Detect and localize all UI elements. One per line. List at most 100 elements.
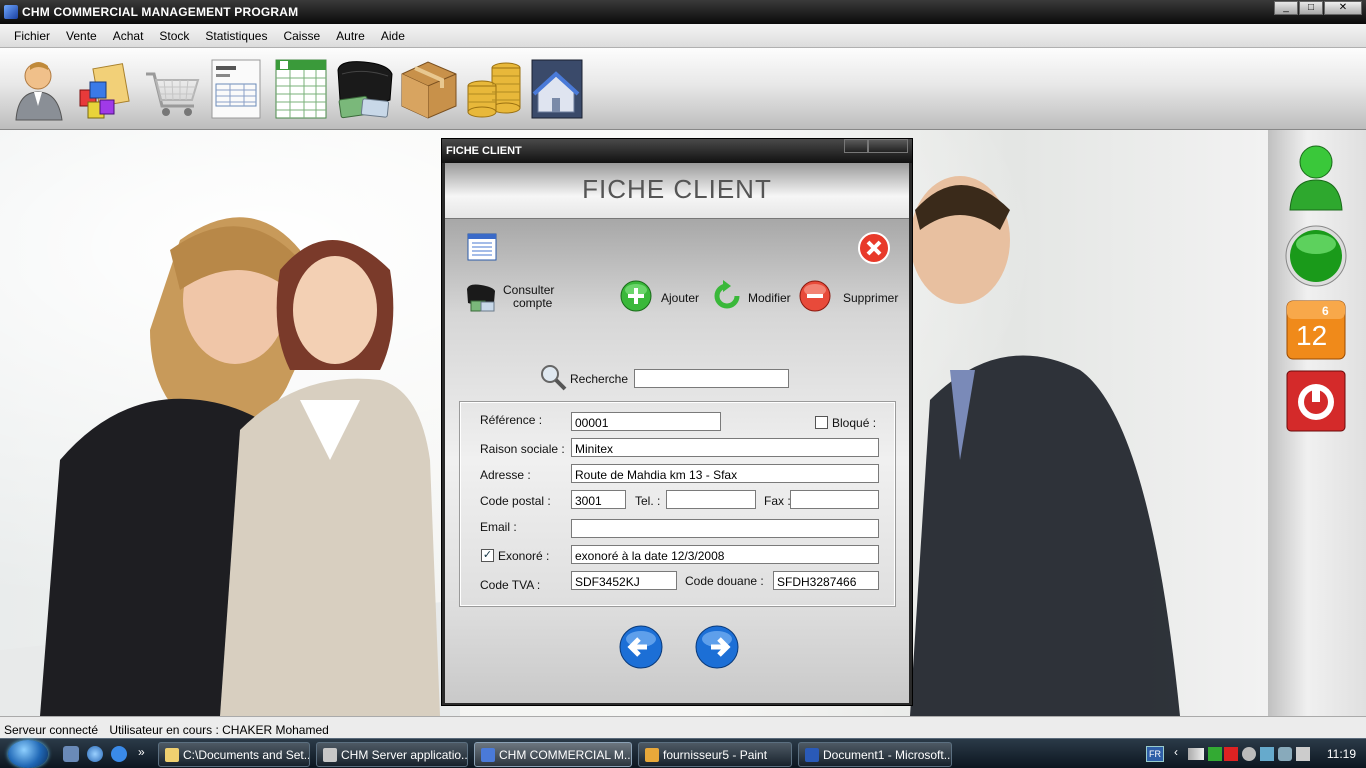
search-input[interactable]: [634, 369, 789, 388]
taskbar-item-explorer[interactable]: C:\Documents and Set...: [158, 742, 310, 767]
code-tva-label: Code TVA :: [480, 578, 541, 592]
code-postal-label: Code postal :: [480, 494, 551, 508]
menu-achat[interactable]: Achat: [107, 24, 150, 47]
previous-arrow-icon[interactable]: [619, 625, 663, 672]
network-icon[interactable]: [1188, 748, 1204, 760]
add-icon[interactable]: [620, 280, 652, 315]
fax-field[interactable]: [790, 490, 879, 509]
taskbar: » C:\Documents and Set... CHM Server app…: [0, 738, 1366, 768]
exonore-checkbox[interactable]: ✓: [481, 549, 494, 562]
right-panel: 6 12: [1268, 130, 1366, 716]
dialog-heading: FICHE CLIENT: [582, 174, 772, 204]
media-player-icon[interactable]: [87, 746, 103, 762]
code-postal-field[interactable]: 3001: [571, 490, 626, 509]
internet-explorer-icon[interactable]: [111, 746, 127, 762]
window-title: CHM COMMERCIAL MANAGEMENT PROGRAM: [22, 5, 299, 19]
signal-icon[interactable]: [1208, 747, 1222, 761]
chm-app-icon: [481, 748, 495, 762]
supprimer-label[interactable]: Supprimer: [843, 291, 898, 305]
menu-stock[interactable]: Stock: [153, 24, 195, 47]
status-bar: Serveur connecté Utilisateur en cours : …: [0, 716, 1366, 738]
tel-label: Tel. :: [635, 494, 661, 508]
window-controls: _ □ ✕: [1274, 1, 1362, 15]
start-button[interactable]: [8, 740, 48, 768]
remove-icon[interactable]: [799, 280, 831, 315]
cart-icon[interactable]: [142, 56, 204, 122]
monitor-icon[interactable]: [1260, 747, 1274, 761]
menu-vente[interactable]: Vente: [60, 24, 103, 47]
clock[interactable]: 11:19: [1327, 747, 1356, 761]
home-icon[interactable]: [526, 56, 588, 122]
volume-icon[interactable]: [1296, 747, 1310, 761]
taskbar-item-server[interactable]: CHM Server applicatio...: [316, 742, 468, 767]
more-quicklaunch-icon[interactable]: »: [138, 745, 145, 759]
consulter-compte-button[interactable]: [465, 283, 497, 316]
box-icon[interactable]: [398, 56, 460, 122]
menu-fichier[interactable]: Fichier: [8, 24, 56, 47]
adresse-label: Adresse :: [480, 468, 531, 482]
taskbar-item-paint[interactable]: fournisseur5 - Paint: [638, 742, 792, 767]
reference-field[interactable]: 00001: [571, 412, 721, 431]
taskbar-item-chm[interactable]: CHM COMMERCIAL M...: [474, 742, 632, 767]
menu-aide[interactable]: Aide: [375, 24, 411, 47]
close-form-icon[interactable]: [858, 232, 890, 267]
maximize-button[interactable]: □: [1299, 1, 1323, 15]
dialog-maximize-button[interactable]: [868, 139, 908, 153]
taskbar-item-word[interactable]: Document1 - Microsoft...: [798, 742, 952, 767]
refresh-icon[interactable]: [711, 280, 743, 315]
client-dialog: FICHE CLIENT FICHE CLIENT Consulter comp…: [441, 138, 913, 706]
fax-label: Fax :: [764, 494, 791, 508]
security-alert-icon[interactable]: [1224, 747, 1238, 761]
bloque-checkbox[interactable]: [815, 416, 828, 429]
server-app-icon: [323, 748, 337, 762]
minimize-button[interactable]: _: [1274, 1, 1298, 15]
current-user: Utilisateur en cours : CHAKER Mohamed: [109, 723, 329, 737]
email-field[interactable]: [571, 519, 879, 538]
calendar-day: 12: [1296, 320, 1328, 351]
calendar-icon[interactable]: 6 12: [1286, 300, 1346, 363]
consulter-label: Consulter: [503, 283, 555, 297]
spreadsheet-icon[interactable]: [270, 56, 332, 122]
tel-field[interactable]: [666, 490, 756, 509]
sync-icon[interactable]: [1242, 747, 1256, 761]
next-arrow-icon[interactable]: [695, 625, 739, 672]
show-desktop-icon[interactable]: [63, 746, 79, 762]
power-icon[interactable]: [1286, 370, 1346, 435]
code-douane-field[interactable]: SFDH3287466: [773, 571, 879, 590]
tray-expand-icon[interactable]: ‹: [1174, 745, 1178, 759]
code-tva-field[interactable]: SDF3452KJ: [571, 571, 677, 590]
dialog-minimize-button[interactable]: [844, 139, 868, 153]
menu-autre[interactable]: Autre: [330, 24, 371, 47]
bloque-label: Bloqué :: [832, 416, 877, 430]
adresse-field[interactable]: Route de Mahdia km 13 - Sfax: [571, 464, 879, 483]
raison-sociale-field[interactable]: Minitex: [571, 438, 879, 457]
language-indicator[interactable]: FR: [1146, 746, 1164, 762]
coins-icon[interactable]: [462, 56, 524, 122]
email-label: Email :: [480, 520, 517, 534]
paint-icon: [645, 748, 659, 762]
ajouter-label[interactable]: Ajouter: [661, 291, 699, 305]
online-user-icon[interactable]: [1286, 140, 1346, 215]
folder-icon: [165, 748, 179, 762]
user-icon[interactable]: [10, 56, 72, 122]
reference-label: Référence :: [480, 413, 543, 427]
app-icon: [4, 5, 18, 19]
compte-label: compte: [513, 296, 553, 310]
dialog-titlebar: FICHE CLIENT: [442, 139, 912, 163]
wallet-icon[interactable]: [334, 56, 396, 122]
modifier-label[interactable]: Modifier: [748, 291, 791, 305]
invoice-icon[interactable]: [206, 56, 268, 122]
device-icon[interactable]: [1278, 747, 1292, 761]
list-icon[interactable]: [467, 233, 497, 264]
search-icon: [539, 363, 567, 394]
exonore-field[interactable]: exonoré à la date 12/3/2008: [571, 545, 879, 564]
close-button[interactable]: ✕: [1324, 1, 1362, 15]
code-douane-label: Code douane :: [685, 574, 764, 588]
raison-sociale-label: Raison sociale :: [480, 442, 565, 456]
green-orb-icon[interactable]: [1284, 224, 1348, 291]
menu-statistiques[interactable]: Statistiques: [199, 24, 273, 47]
dialog-body: FICHE CLIENT Consulter compte Ajouter Mo…: [445, 163, 909, 703]
exonore-label: Exonoré :: [498, 549, 550, 563]
menu-caisse[interactable]: Caisse: [277, 24, 326, 47]
products-icon[interactable]: [74, 56, 136, 122]
